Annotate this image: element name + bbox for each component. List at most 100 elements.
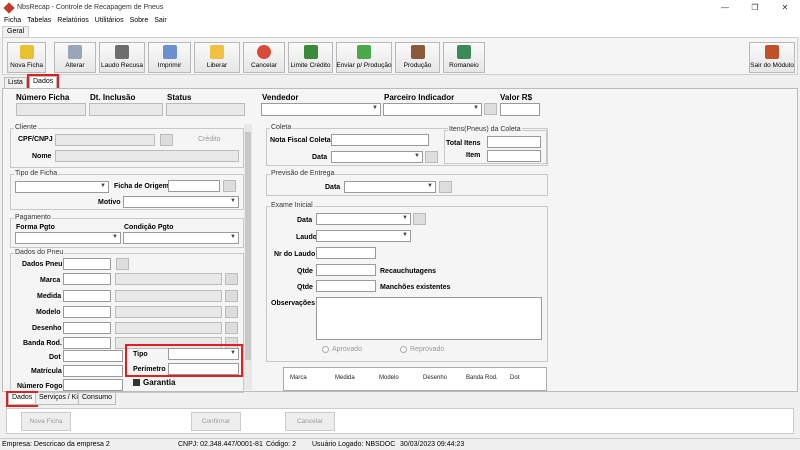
valor-field[interactable]	[500, 103, 540, 116]
limite-credito-button[interactable]: Limite Crédito	[288, 42, 333, 73]
laudo-recusa-button[interactable]: Laudo Recusa	[99, 42, 145, 73]
numero-fogo-field[interactable]	[63, 379, 123, 391]
parceiro-indicador-label: Parceiro Indicador	[384, 93, 455, 102]
perimetro-field[interactable]	[168, 363, 239, 375]
tab-consumo[interactable]: Consumo	[78, 393, 116, 405]
nr-laudo-field[interactable]	[316, 247, 376, 259]
tipo-ficha-caption: Tipo de Ficha	[14, 170, 59, 177]
truck-icon	[457, 45, 471, 59]
radio-circle	[400, 346, 407, 353]
modelo-code-field[interactable]	[63, 306, 111, 318]
ribbon-tabs: Geral	[0, 26, 800, 37]
tab-dados[interactable]: Dados	[26, 74, 60, 90]
tab-lista[interactable]: Lista	[4, 77, 27, 88]
marca-code-field[interactable]	[63, 273, 111, 285]
previsao-caption: Previsão de Entrega	[270, 170, 336, 177]
tipo-ficha-select[interactable]: ▼	[15, 181, 109, 193]
nova-ficha-button[interactable]: Nova Ficha	[7, 42, 46, 73]
parceiro-search-button[interactable]	[484, 103, 497, 115]
tipo-select[interactable]: ▼	[168, 348, 239, 360]
coleta-calendar-button[interactable]	[425, 151, 438, 163]
confirmar-button[interactable]: Confirmar	[191, 412, 241, 431]
desenho-code-field[interactable]	[63, 322, 111, 334]
dot-field[interactable]	[63, 350, 123, 362]
status-field[interactable]	[166, 103, 245, 116]
matricula-field[interactable]	[63, 365, 123, 377]
cpf-field[interactable]	[55, 134, 155, 146]
motivo-select[interactable]: ▼	[123, 196, 239, 208]
menu-sair[interactable]: Sair	[154, 17, 166, 24]
manchoes-qtde-field[interactable]	[316, 280, 376, 292]
romaneio-button[interactable]: Romaneio	[443, 42, 485, 73]
menu-sobre[interactable]: Sobre	[130, 17, 149, 24]
producao-button[interactable]: Produção	[395, 42, 440, 73]
cancelar-action-button[interactable]: Cancelar	[285, 412, 335, 431]
previsao-calendar-button[interactable]	[439, 181, 452, 193]
sair-modulo-button[interactable]: Sair do Módulo	[749, 42, 795, 73]
garantia-checkbox[interactable]	[133, 379, 140, 386]
desenho-desc-field[interactable]	[115, 322, 222, 334]
nota-fiscal-field[interactable]	[331, 134, 429, 146]
condicao-pgto-select[interactable]: ▼	[123, 232, 239, 244]
previsao-data-picker[interactable]: ▼	[344, 181, 436, 193]
cpf-search-button[interactable]	[160, 134, 173, 146]
desenho-label: Desenho	[32, 325, 62, 332]
coleta-data-picker[interactable]: ▼	[331, 151, 423, 163]
dados-pneu-field[interactable]	[63, 258, 111, 270]
parceiro-select[interactable]: ▼	[383, 103, 482, 116]
marca-desc-field[interactable]	[115, 273, 222, 285]
scrollbar-thumb[interactable]	[245, 132, 251, 360]
minimize-button[interactable]: —	[710, 0, 740, 15]
forma-pgto-select[interactable]: ▼	[15, 232, 121, 244]
laudo-select[interactable]: ▼	[316, 230, 411, 242]
exame-calendar-button[interactable]	[413, 213, 426, 225]
ficha-origem-button[interactable]	[223, 180, 236, 192]
itens-coleta-caption: Itens(Pneus) da Coleta	[448, 126, 522, 133]
total-itens-field[interactable]	[487, 136, 541, 148]
alterar-button[interactable]: Alterar	[54, 42, 96, 73]
recauchutagens-qtde-field[interactable]	[316, 264, 376, 276]
enviar-producao-button[interactable]: Enviar p/ Produção	[336, 42, 392, 73]
observacoes-textarea[interactable]	[316, 297, 542, 340]
medida-button[interactable]	[225, 290, 238, 302]
nova-ficha-action-button[interactable]: Nova Ficha	[21, 412, 71, 431]
exit-door-icon	[765, 45, 779, 59]
status-codigo: Código: 2	[266, 441, 296, 448]
tab-bottom-dados[interactable]: Dados	[5, 391, 39, 407]
marca-button[interactable]	[225, 273, 238, 285]
close-window-button[interactable]: ✕	[770, 0, 800, 15]
left-scrollbar[interactable]	[244, 124, 252, 390]
liberar-button[interactable]: Liberar	[194, 42, 240, 73]
modelo-button[interactable]	[225, 306, 238, 318]
vendedor-select[interactable]: ▼	[261, 103, 381, 116]
desenho-button[interactable]	[225, 322, 238, 334]
item-field[interactable]	[487, 150, 541, 162]
medida-desc-field[interactable]	[115, 290, 222, 302]
nome-field[interactable]	[55, 150, 239, 162]
dt-inclusao-field[interactable]	[89, 103, 163, 116]
cpf-label: CPF/CNPJ	[18, 136, 53, 143]
exame-data-picker[interactable]: ▼	[316, 213, 411, 225]
maximize-button[interactable]: ❐	[740, 0, 770, 15]
menu-relatorios[interactable]: Relatórios	[57, 17, 89, 24]
radio-circle	[322, 346, 329, 353]
reprovado-radio[interactable]: Reprovado	[400, 346, 444, 353]
chevron-down-icon: ▼	[402, 232, 408, 238]
banda-code-field[interactable]	[63, 337, 111, 349]
pneus-grid[interactable]	[283, 367, 547, 391]
ficha-origem-field[interactable]	[168, 180, 220, 192]
medida-code-field[interactable]	[63, 290, 111, 302]
arrow-right-icon	[357, 45, 371, 59]
menu-tabelas[interactable]: Tabelas	[27, 17, 51, 24]
dados-pneu-button[interactable]	[116, 258, 129, 270]
numero-ficha-field[interactable]	[16, 103, 86, 116]
tab-servicos-kit[interactable]: Serviços / Kit	[35, 393, 84, 405]
modelo-desc-field[interactable]	[115, 306, 222, 318]
menu-utilitarios[interactable]: Utilitários	[95, 17, 124, 24]
ribbon-tab-geral[interactable]: Geral	[2, 26, 30, 37]
recauchutagens-label: Recauchutagens	[380, 268, 437, 275]
aprovado-radio[interactable]: Aprovado	[322, 346, 362, 353]
cancelar-toolbar-button[interactable]: Cancelar	[243, 42, 285, 73]
menu-ficha[interactable]: Ficha	[4, 17, 21, 24]
imprimir-button[interactable]: Imprimir	[148, 42, 191, 73]
